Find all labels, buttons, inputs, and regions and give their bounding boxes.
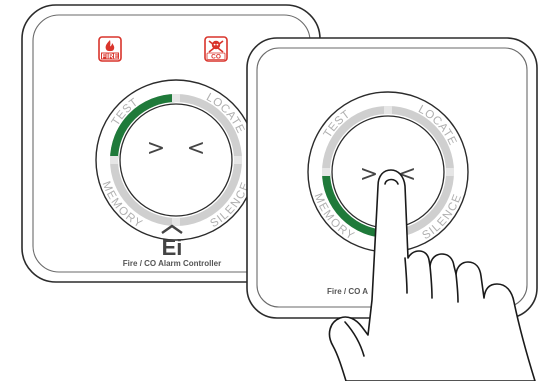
ring-tick-top — [384, 106, 392, 114]
ring-tick-right — [446, 168, 454, 176]
center-glyph-left: > — [147, 136, 165, 161]
ring-tick-top — [172, 94, 180, 102]
ring-tick-left — [322, 168, 330, 176]
fire-indicator: FIRE — [98, 36, 122, 62]
product-caption-left: Fire / CO A — [327, 287, 368, 296]
logo-text: Ei — [162, 235, 183, 260]
ring-tick-right — [234, 156, 242, 164]
product-caption: Fire / CO Alarm Controller — [123, 259, 221, 268]
center-glyph-left: > — [360, 162, 378, 187]
ring-tick-left — [110, 156, 118, 164]
control-ring[interactable]: TEST LOCATE MEMORY SILENCE > < — [95, 79, 257, 241]
product-scene: FIRE CO TEST LOCATE MEMORY SILENCE > < E… — [21, 4, 538, 381]
co-indicator: CO — [204, 36, 228, 62]
co-label: CO — [211, 54, 221, 61]
fire-label: FIRE — [101, 52, 118, 61]
center-glyph-right: < — [187, 136, 205, 161]
ring-tick-bottom — [172, 218, 180, 226]
center-button[interactable] — [119, 103, 233, 217]
